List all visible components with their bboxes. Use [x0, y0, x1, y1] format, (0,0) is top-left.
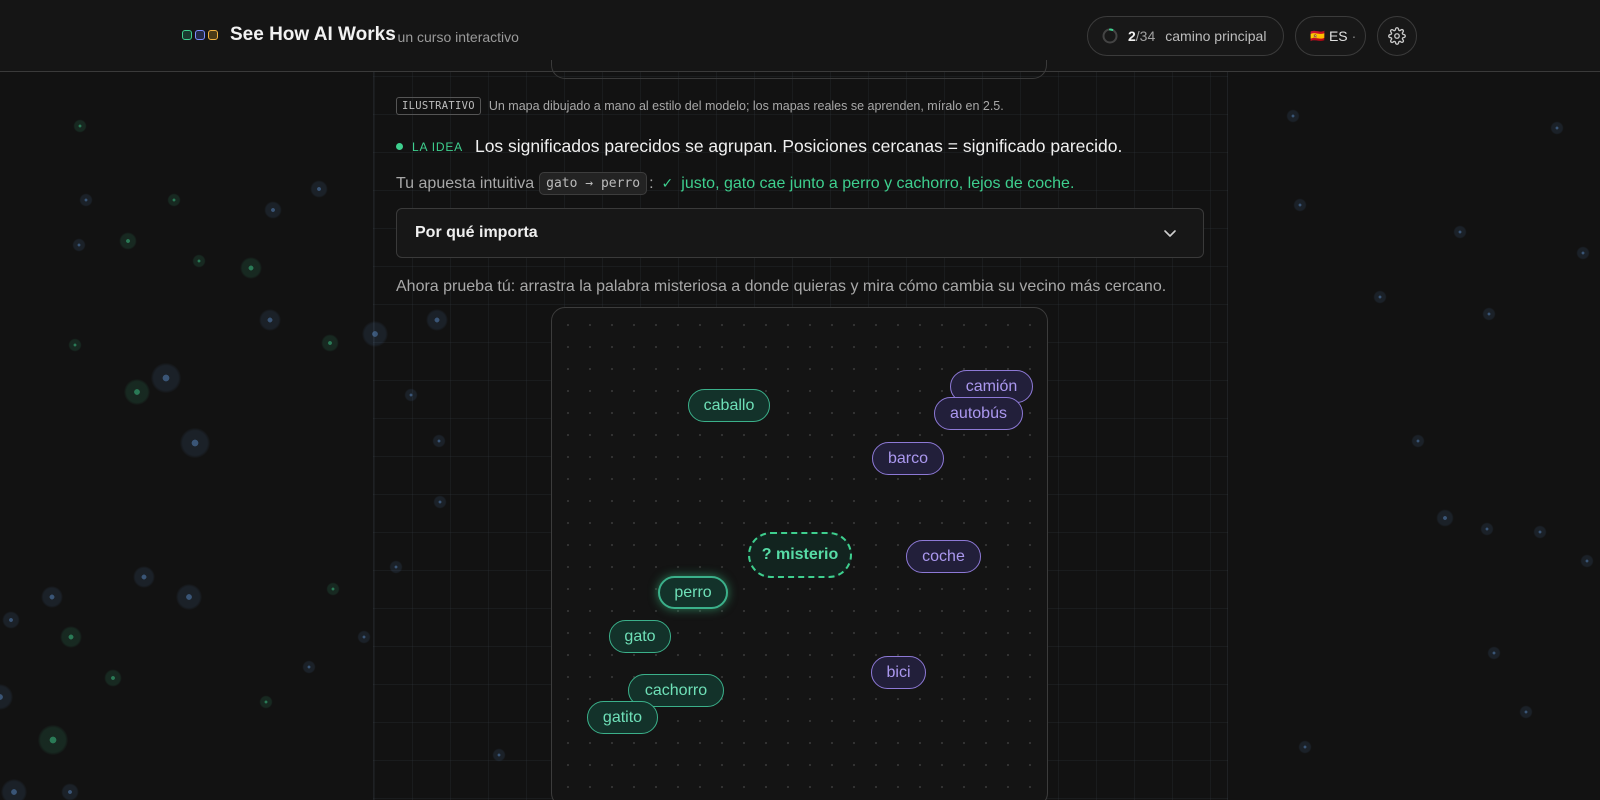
- guess-prefix: Tu apuesta intuitiva: [396, 174, 535, 192]
- gear-icon: [1388, 27, 1406, 45]
- particle-dot: [0, 778, 28, 800]
- particle-dot: [259, 309, 281, 331]
- chevron-down-icon: [1164, 230, 1176, 237]
- idea-text: Los significados parecidos se agrupan. P…: [474, 136, 1123, 156]
- language-suffix: ·: [1351, 28, 1357, 44]
- particle-dot: [2, 611, 20, 629]
- word-barco[interactable]: barco: [872, 442, 944, 475]
- app-subtitle: · un curso interactivo: [389, 29, 519, 45]
- particle-dot: [1487, 646, 1501, 660]
- check-icon: ✓: [661, 175, 674, 191]
- idea-tag: LA IDEA: [412, 139, 463, 154]
- particle-dot: [1519, 705, 1533, 719]
- particle-dot: [357, 630, 371, 644]
- guess-row: Tu apuesta intuitiva gato → perro : ✓ ju…: [396, 172, 1074, 195]
- word-perro-nearest[interactable]: perro: [658, 576, 728, 609]
- logo-square-green: [182, 30, 192, 40]
- word-gatito[interactable]: gatito: [587, 701, 658, 734]
- progress-total: /34: [1135, 28, 1156, 44]
- particle-dot: [326, 582, 340, 596]
- particle-dot: [1482, 307, 1496, 321]
- particle-dot: [179, 427, 211, 459]
- particle-dot: [175, 583, 203, 611]
- word-coche[interactable]: coche: [906, 540, 981, 573]
- particle-dot: [61, 783, 79, 800]
- particle-dot: [73, 119, 87, 133]
- particle-dot: [72, 238, 86, 252]
- particle-dot: [60, 626, 82, 648]
- try-instructions: Ahora prueba tú: arrastra la palabra mis…: [396, 278, 1167, 295]
- particle-dot: [321, 334, 339, 352]
- guess-result: justo, gato cae junto a perro y cachorro…: [681, 174, 1075, 192]
- progress-ring-icon: [1102, 28, 1118, 44]
- particle-dot: [302, 660, 316, 674]
- particle-dot: [41, 586, 63, 608]
- word-caballo[interactable]: caballo: [688, 389, 770, 422]
- settings-button[interactable]: [1377, 16, 1417, 56]
- logo-square-blue: [195, 30, 205, 40]
- language-selector[interactable]: 🇪🇸 ES ·: [1295, 16, 1366, 56]
- word-autobus[interactable]: autobús: [934, 397, 1023, 430]
- particle-dot: [133, 566, 155, 588]
- particle-dot: [1576, 246, 1590, 260]
- particle-dot: [259, 695, 273, 709]
- particle-dot: [1373, 290, 1387, 304]
- language-code: ES: [1328, 28, 1348, 44]
- illustrative-text: Un mapa dibujado a mano al estilo del mo…: [488, 99, 1004, 113]
- particle-dot: [1580, 554, 1594, 568]
- progress-label: camino principal: [1165, 28, 1267, 44]
- particle-dot: [1436, 509, 1454, 527]
- particle-dot: [104, 669, 122, 687]
- logo-square-amber: [208, 30, 218, 40]
- particle-dot: [1293, 198, 1307, 212]
- flag-icon: 🇪🇸: [1310, 29, 1325, 43]
- particle-dot: [264, 201, 282, 219]
- particle-dot: [1298, 740, 1312, 754]
- particle-dot: [119, 232, 137, 250]
- particle-dot: [68, 338, 82, 352]
- particle-dot: [192, 254, 206, 268]
- why-it-matters-accordion[interactable]: Por qué importa: [396, 208, 1204, 258]
- progress-button[interactable]: 2 /34 camino principal: [1087, 16, 1284, 56]
- embedding-map[interactable]: caballo camión autobús barco ? misterio …: [551, 307, 1048, 800]
- particle-dot: [1411, 434, 1425, 448]
- particle-dot: [1286, 109, 1300, 123]
- particle-dot: [150, 362, 182, 394]
- why-it-matters-label: Por qué importa: [415, 224, 538, 241]
- particle-dot: [1453, 225, 1467, 239]
- progress-current: 2: [1128, 28, 1136, 44]
- logo-icon: [182, 30, 218, 40]
- app-title[interactable]: See How AI Works: [230, 24, 396, 46]
- particle-dot: [240, 257, 262, 279]
- particle-dot: [310, 180, 328, 198]
- particle-dot: [79, 193, 93, 207]
- particle-dot: [123, 378, 151, 406]
- particle-dot: [0, 683, 14, 711]
- particle-dot: [167, 193, 181, 207]
- particle-dot: [1480, 522, 1494, 536]
- guess-code: gato → perro: [539, 172, 648, 195]
- word-misterio-draggable[interactable]: ? misterio: [748, 532, 852, 578]
- previous-card-edge: [551, 60, 1047, 79]
- idea-dot-icon: [396, 143, 403, 150]
- guess-colon: :: [649, 174, 654, 192]
- word-gato[interactable]: gato: [609, 620, 671, 653]
- particle-dot: [1533, 525, 1547, 539]
- illustrative-badge: ILUSTRATIVO: [396, 97, 481, 115]
- particle-dot: [1550, 121, 1564, 135]
- word-bici[interactable]: bici: [871, 656, 926, 689]
- particle-dot: [37, 724, 69, 756]
- idea-row: LA IDEA Los significados parecidos se ag…: [396, 136, 1122, 157]
- illustrative-note: ILUSTRATIVO Un mapa dibujado a mano al e…: [396, 97, 1004, 115]
